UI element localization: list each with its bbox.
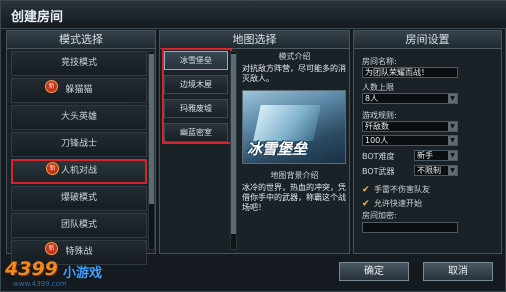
mode-item-bot-battle[interactable]: 新人机对战 bbox=[11, 159, 147, 184]
mode-label: 人机对战 bbox=[60, 166, 97, 176]
map-preview-title: 冰雪堡垒 bbox=[247, 140, 308, 158]
game-rule-label: 游戏规则: bbox=[362, 111, 397, 120]
mode-intro-label: 模式介绍 bbox=[278, 52, 311, 61]
bot-weapon-label: BOT武器 bbox=[362, 167, 395, 176]
4399-logo: 4399 小游戏 www.4399.com bbox=[5, 258, 125, 290]
map-list-scrollbar[interactable] bbox=[230, 51, 237, 250]
mode-label: 刀锋战士 bbox=[60, 139, 97, 149]
mode-intro-text: 对抗敌方阵营，尽可能多的消灭敌人。 bbox=[242, 64, 346, 83]
mode-item-competitive[interactable]: 竞技模式 bbox=[11, 51, 147, 76]
room-name-label: 房间名称: bbox=[362, 57, 397, 66]
map-background-label: 地图背景介绍 bbox=[270, 171, 319, 180]
bot-weapon-value: 不限制 bbox=[417, 166, 441, 175]
people-limit-select[interactable]: 8人 ▼ bbox=[362, 93, 458, 104]
mode-label: 大头英雄 bbox=[60, 112, 97, 122]
mode-label: 躲猫猫 bbox=[65, 85, 93, 95]
chevron-down-icon: ▼ bbox=[448, 136, 457, 145]
window-title: 创建房间 bbox=[11, 10, 64, 25]
new-badge: 新 bbox=[46, 162, 59, 175]
mode-select-panel: 模式选择 竞技模式 新躲猫猫 大头英雄 刀锋战士 新人机对战 爆破模式 团队模式… bbox=[6, 30, 156, 265]
mode-item-blade-warrior[interactable]: 刀锋战士 bbox=[11, 132, 147, 157]
mode-list: 竞技模式 新躲猫猫 大头英雄 刀锋战士 新人机对战 爆破模式 团队模式 新特殊战 bbox=[11, 51, 147, 267]
scrollbar-thumb[interactable] bbox=[231, 54, 236, 234]
room-password-label: 房间加密: bbox=[362, 211, 397, 220]
mode-item-team[interactable]: 团队模式 bbox=[11, 213, 147, 238]
checkbox-label: 允许快速开始 bbox=[374, 199, 422, 208]
people-limit-value: 8人 bbox=[365, 94, 379, 103]
mode-item-hide-and-seek[interactable]: 新躲猫猫 bbox=[11, 78, 147, 103]
logo-games: 小游戏 bbox=[63, 266, 103, 281]
scrollbar-thumb[interactable] bbox=[149, 54, 154, 204]
logo-brand: 4399 bbox=[5, 258, 58, 280]
mode-label: 爆破模式 bbox=[60, 193, 97, 203]
no-friendly-grenade-checkbox[interactable]: ✔ 手雷不伤害队友 bbox=[362, 184, 430, 195]
chevron-down-icon: ▼ bbox=[448, 166, 457, 175]
map-background-text: 冰冷的世界，热血的冲突，凭借你手中的武器，称霸这个战场吧！ bbox=[242, 183, 346, 212]
room-password-input[interactable] bbox=[362, 222, 458, 233]
chevron-down-icon: ▼ bbox=[448, 151, 457, 160]
create-room-window: 创建房间 模式选择 竞技模式 新躲猫猫 大头英雄 刀锋战士 新人机对战 爆破模式… bbox=[0, 0, 506, 292]
check-icon: ✔ bbox=[362, 199, 370, 209]
kill-count-select[interactable]: 100人 ▼ bbox=[362, 135, 458, 146]
mode-item-demolition[interactable]: 爆破模式 bbox=[11, 186, 147, 211]
titlebar: 创建房间 bbox=[1, 1, 506, 29]
mode-item-big-head-hero[interactable]: 大头英雄 bbox=[11, 105, 147, 130]
new-badge: 新 bbox=[45, 80, 58, 93]
mode-label: 竞技模式 bbox=[60, 58, 97, 68]
kill-count-value: 100人 bbox=[365, 136, 389, 145]
bot-difficulty-value: 新手 bbox=[417, 151, 433, 160]
map-preview-image: 冰雪堡垒 bbox=[242, 90, 346, 164]
new-badge: 新 bbox=[45, 242, 58, 255]
quick-start-checkbox[interactable]: ✔ 允许快速开始 bbox=[362, 198, 422, 209]
check-icon: ✔ bbox=[362, 185, 370, 195]
settings-panel-header: 房间设置 bbox=[354, 31, 501, 49]
mode-label: 特殊战 bbox=[65, 247, 93, 257]
cancel-button[interactable]: 取消 bbox=[423, 262, 493, 281]
mode-panel-header: 模式选择 bbox=[7, 31, 155, 49]
chevron-down-icon: ▼ bbox=[448, 122, 457, 131]
map-info: 模式介绍 对抗敌方阵营，尽可能多的消灭敌人。 冰雪堡垒 地图背景介绍 冰冷的世界… bbox=[242, 51, 347, 213]
checkbox-label: 手雷不伤害队友 bbox=[374, 185, 430, 194]
map-list-highlight bbox=[162, 48, 232, 144]
map-select-panel: 地图选择 冰雪堡垒 边境木屋 玛雅废墟 幽蓝密室 模式介绍 对抗敌方阵营，尽可能… bbox=[159, 30, 350, 254]
confirm-button[interactable]: 确定 bbox=[339, 262, 409, 281]
logo-url: www.4399.com bbox=[13, 280, 67, 288]
room-settings-panel: 房间设置 房间名称: 为团队荣耀而战！ 人数上限 8人 ▼ 游戏规则: 歼敌数 ▼ … bbox=[353, 30, 502, 254]
game-rule-select[interactable]: 歼敌数 ▼ bbox=[362, 121, 458, 132]
bot-difficulty-label: BOT难度 bbox=[362, 152, 395, 161]
ice-fortress-graphic bbox=[253, 105, 321, 141]
people-limit-label: 人数上限 bbox=[362, 83, 394, 92]
map-panel-header: 地图选择 bbox=[160, 31, 349, 49]
game-rule-value: 歼敌数 bbox=[365, 122, 389, 131]
room-name-input[interactable]: 为团队荣耀而战！ bbox=[362, 67, 458, 78]
chevron-down-icon: ▼ bbox=[448, 94, 457, 103]
mode-label: 团队模式 bbox=[60, 220, 97, 230]
bot-weapon-select[interactable]: 不限制 ▼ bbox=[414, 165, 458, 176]
mode-list-scrollbar[interactable] bbox=[148, 51, 155, 250]
bot-difficulty-select[interactable]: 新手 ▼ bbox=[414, 150, 458, 161]
